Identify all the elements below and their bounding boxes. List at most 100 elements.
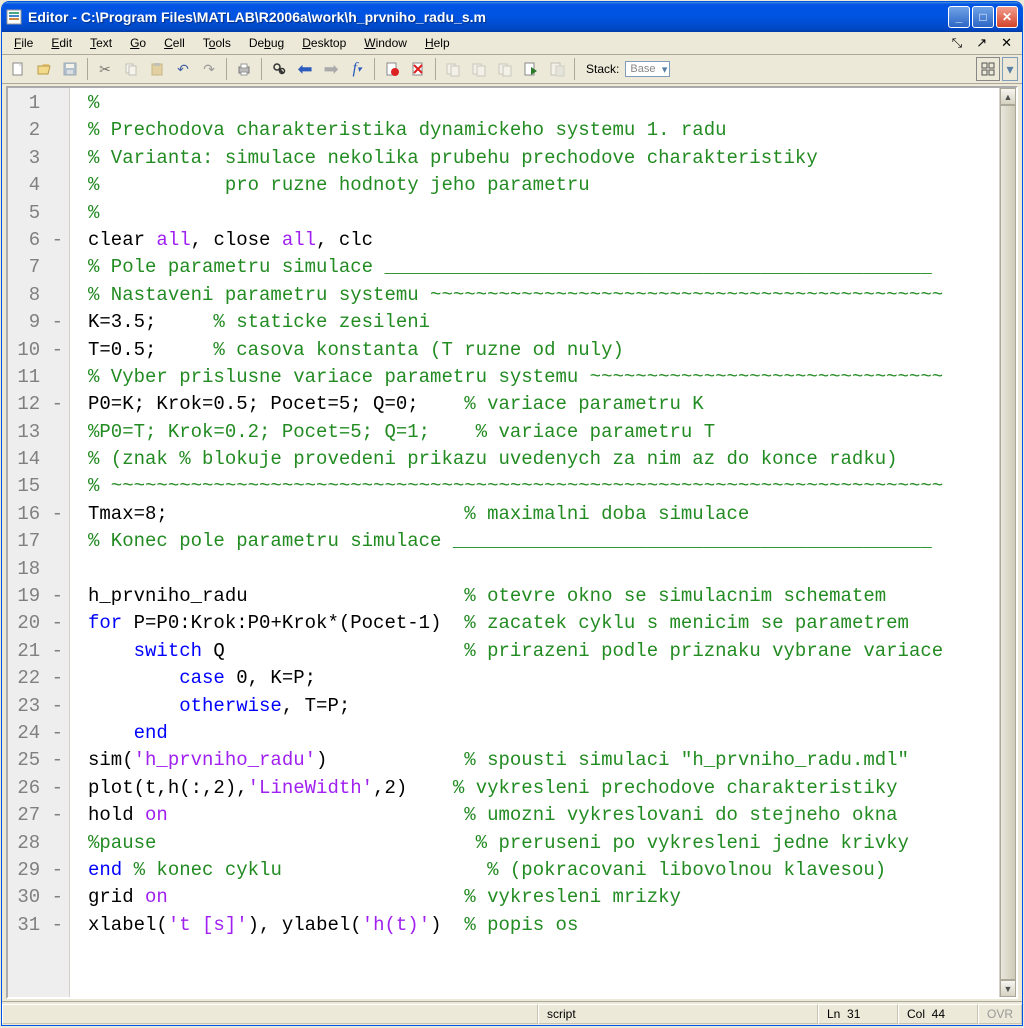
clear-breakpoint-icon[interactable] bbox=[406, 57, 430, 81]
code-line[interactable]: % Varianta: simulace nekolika prubehu pr… bbox=[88, 145, 999, 172]
menu-window[interactable]: Window bbox=[356, 34, 415, 52]
menu-tools[interactable]: Tools bbox=[195, 34, 239, 52]
line-number[interactable]: 10 - bbox=[8, 337, 69, 364]
set-breakpoint-icon[interactable] bbox=[380, 57, 404, 81]
code-line[interactable]: % Vyber prislusne variace parametru syst… bbox=[88, 364, 999, 391]
code-line[interactable]: h_prvniho_radu % otevre okno se simulacn… bbox=[88, 583, 999, 610]
line-number[interactable]: 25 - bbox=[8, 747, 69, 774]
menu-help[interactable]: Help bbox=[417, 34, 458, 52]
line-number[interactable]: 4 bbox=[8, 172, 69, 199]
scroll-down-icon[interactable]: ▼ bbox=[1000, 980, 1016, 997]
code-line[interactable]: otherwise, T=P; bbox=[88, 693, 999, 720]
panel-close-icon[interactable]: ✕ bbox=[995, 35, 1018, 51]
code-line[interactable]: % pro ruzne hodnoty jeho parametru bbox=[88, 172, 999, 199]
code-line[interactable]: % (znak % blokuje provedeni prikazu uved… bbox=[88, 446, 999, 473]
close-button[interactable]: ✕ bbox=[996, 6, 1018, 28]
function-icon[interactable]: f▾ bbox=[345, 57, 369, 81]
line-number[interactable]: 14 bbox=[8, 446, 69, 473]
line-number[interactable]: 20 - bbox=[8, 610, 69, 637]
step-out-icon[interactable] bbox=[493, 57, 517, 81]
line-number[interactable]: 17 bbox=[8, 528, 69, 555]
step-icon[interactable] bbox=[441, 57, 465, 81]
line-number[interactable]: 19 - bbox=[8, 583, 69, 610]
line-number[interactable]: 15 bbox=[8, 473, 69, 500]
find-icon[interactable] bbox=[267, 57, 291, 81]
paste-icon[interactable] bbox=[145, 57, 169, 81]
title-bar[interactable]: Editor - C:\Program Files\MATLAB\R2006a\… bbox=[2, 2, 1022, 32]
code-line[interactable]: % Konec pole parametru simulace ________… bbox=[88, 528, 999, 555]
code-line[interactable]: % ~~~~~~~~~~~~~~~~~~~~~~~~~~~~~~~~~~~~~~… bbox=[88, 473, 999, 500]
line-number[interactable]: 2 bbox=[8, 117, 69, 144]
code-line[interactable]: switch Q % prirazeni podle priznaku vybr… bbox=[88, 638, 999, 665]
code-line[interactable]: hold on % umozni vykreslovani do stejneh… bbox=[88, 802, 999, 829]
line-number[interactable]: 11 bbox=[8, 364, 69, 391]
line-number[interactable]: 30 - bbox=[8, 884, 69, 911]
code-line[interactable]: % Prechodova charakteristika dynamickeho… bbox=[88, 117, 999, 144]
dock-toggle-icon[interactable]: ⤡ bbox=[946, 35, 968, 51]
menu-edit[interactable]: Edit bbox=[43, 34, 80, 52]
redo-icon[interactable]: ↷ bbox=[197, 57, 221, 81]
scroll-up-icon[interactable]: ▲ bbox=[1000, 88, 1016, 105]
menu-desktop[interactable]: Desktop bbox=[294, 34, 354, 52]
line-number[interactable]: 16 - bbox=[8, 501, 69, 528]
menu-text[interactable]: Text bbox=[82, 34, 120, 52]
code-line[interactable]: sim('h_prvniho_radu') % spousti simulaci… bbox=[88, 747, 999, 774]
line-number[interactable]: 27 - bbox=[8, 802, 69, 829]
layout-dropdown-icon[interactable]: ▾ bbox=[1002, 57, 1018, 81]
scroll-thumb[interactable] bbox=[1000, 105, 1016, 980]
minimize-button[interactable]: _ bbox=[948, 6, 970, 28]
line-number[interactable]: 13 bbox=[8, 419, 69, 446]
forward-icon[interactable]: ➡ bbox=[319, 57, 343, 81]
code-line[interactable]: xlabel('t [s]'), ylabel('h(t)') % popis … bbox=[88, 912, 999, 939]
line-number[interactable]: 26 - bbox=[8, 775, 69, 802]
stack-select[interactable]: Base bbox=[625, 61, 670, 77]
code-line[interactable]: % Pole parametru simulace ______________… bbox=[88, 254, 999, 281]
code-line[interactable]: clear all, close all, clc bbox=[88, 227, 999, 254]
code-line[interactable]: T=0.5; % casova konstanta (T ruzne od nu… bbox=[88, 337, 999, 364]
code-line[interactable]: %pause % preruseni po vykresleni jedne k… bbox=[88, 830, 999, 857]
code-editor[interactable]: %% Prechodova charakteristika dynamickeh… bbox=[70, 88, 999, 997]
line-number[interactable]: 23 - bbox=[8, 693, 69, 720]
line-number[interactable]: 3 bbox=[8, 145, 69, 172]
code-line[interactable]: for P=P0:Krok:P0+Krok*(Pocet-1) % zacate… bbox=[88, 610, 999, 637]
line-number[interactable]: 12 - bbox=[8, 391, 69, 418]
line-number[interactable]: 21 - bbox=[8, 638, 69, 665]
code-line[interactable]: % Nastaveni parametru systemu ~~~~~~~~~~… bbox=[88, 282, 999, 309]
maximize-button[interactable]: □ bbox=[972, 6, 994, 28]
code-line[interactable] bbox=[88, 556, 999, 583]
code-line[interactable]: K=3.5; % staticke zesileni bbox=[88, 309, 999, 336]
line-number[interactable]: 1 bbox=[8, 90, 69, 117]
code-line[interactable]: case 0, K=P; bbox=[88, 665, 999, 692]
line-number[interactable]: 8 bbox=[8, 282, 69, 309]
code-line[interactable]: Tmax=8; % maximalni doba simulace bbox=[88, 501, 999, 528]
menu-cell[interactable]: Cell bbox=[156, 34, 193, 52]
code-line[interactable]: end % konec cyklu % (pokracovani libovol… bbox=[88, 857, 999, 884]
exit-debug-icon[interactable] bbox=[545, 57, 569, 81]
vertical-scrollbar[interactable]: ▲ ▼ bbox=[999, 88, 1016, 997]
undo-icon[interactable]: ↶ bbox=[171, 57, 195, 81]
line-number[interactable]: 31 - bbox=[8, 912, 69, 939]
line-number[interactable]: 22 - bbox=[8, 665, 69, 692]
save-icon[interactable] bbox=[58, 57, 82, 81]
menu-debug[interactable]: Debug bbox=[241, 34, 292, 52]
grid-layout-icon[interactable] bbox=[976, 57, 1000, 81]
line-number[interactable]: 18 bbox=[8, 556, 69, 583]
undock-icon[interactable]: ↗ bbox=[970, 35, 993, 51]
copy-icon[interactable] bbox=[119, 57, 143, 81]
code-line[interactable]: plot(t,h(:,2),'LineWidth',2) % vykreslen… bbox=[88, 775, 999, 802]
line-number[interactable]: 6 - bbox=[8, 227, 69, 254]
line-number[interactable]: 7 bbox=[8, 254, 69, 281]
step-in-icon[interactable] bbox=[467, 57, 491, 81]
line-number[interactable]: 5 bbox=[8, 200, 69, 227]
open-file-icon[interactable] bbox=[32, 57, 56, 81]
line-number[interactable]: 28 bbox=[8, 830, 69, 857]
cut-icon[interactable]: ✂ bbox=[93, 57, 117, 81]
new-file-icon[interactable] bbox=[6, 57, 30, 81]
back-icon[interactable]: ⬅ bbox=[293, 57, 317, 81]
menu-file[interactable]: File bbox=[6, 34, 41, 52]
code-line[interactable]: grid on % vykresleni mrizky bbox=[88, 884, 999, 911]
line-number[interactable]: 9 - bbox=[8, 309, 69, 336]
code-line[interactable]: %P0=T; Krok=0.2; Pocet=5; Q=1; % variace… bbox=[88, 419, 999, 446]
print-icon[interactable] bbox=[232, 57, 256, 81]
code-line[interactable]: P0=K; Krok=0.5; Pocet=5; Q=0; % variace … bbox=[88, 391, 999, 418]
